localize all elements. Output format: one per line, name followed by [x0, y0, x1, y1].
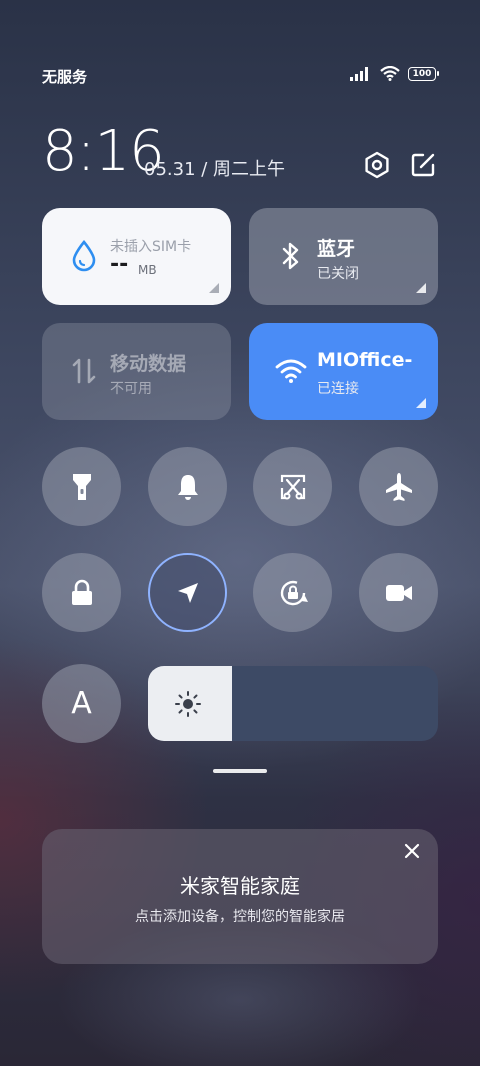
bluetooth-status: 已关闭 [317, 266, 359, 282]
bluetooth-icon [273, 238, 309, 274]
sun-icon [175, 691, 201, 717]
video-camera-icon [385, 584, 412, 601]
scissors-screenshot-icon [280, 474, 305, 499]
expand-corner-icon [416, 398, 426, 408]
flashlight-toggle[interactable] [42, 447, 121, 526]
expand-corner-icon [209, 283, 219, 293]
mobile-data-tile[interactable]: 移动数据 不可用 [42, 323, 231, 420]
wifi-icon [380, 66, 400, 81]
screen-record-toggle[interactable] [359, 553, 438, 632]
carrier-status: 无服务 [42, 68, 88, 86]
bluetooth-title: 蓝牙 [317, 238, 356, 260]
data-usage-unit: MB [138, 263, 157, 277]
battery-level: 100 [412, 68, 432, 79]
bluetooth-tile[interactable]: 蓝牙 已关闭 [249, 208, 438, 305]
location-arrow-icon [177, 582, 198, 603]
location-toggle[interactable] [148, 553, 227, 632]
water-drop-icon [66, 238, 102, 274]
mi-home-title: 米家智能家庭 [180, 874, 300, 898]
settings-icon[interactable] [362, 150, 392, 180]
lock-toggle[interactable] [42, 553, 121, 632]
battery-icon: 100 [408, 66, 439, 81]
data-usage-value: -- [110, 252, 129, 277]
data-usage-tile[interactable]: 未插入SIM卡 -- MB [42, 208, 231, 305]
data-arrows-icon [66, 353, 102, 389]
wifi-status: 已连接 [317, 381, 359, 397]
close-icon[interactable] [402, 841, 422, 861]
rotation-lock-icon [280, 580, 308, 605]
signal-icon [350, 66, 368, 81]
font-size-label: A [71, 686, 92, 721]
edit-icon[interactable] [408, 150, 438, 180]
lock-icon [71, 579, 92, 605]
mi-home-subtitle: 点击添加设备，控制您的智能家居 [135, 909, 345, 925]
screenshot-toggle[interactable] [253, 447, 332, 526]
airplane-icon [385, 472, 412, 501]
rotation-lock-toggle[interactable] [253, 553, 332, 632]
font-size-button[interactable]: A [42, 664, 121, 743]
brightness-slider[interactable] [148, 666, 438, 741]
drawer-handle[interactable] [213, 769, 267, 773]
date: 05.31 / 周二上午 [144, 159, 286, 180]
mi-home-card[interactable]: 米家智能家庭 点击添加设备，控制您的智能家居 [42, 829, 438, 964]
mobile-data-status: 不可用 [110, 381, 152, 397]
wifi-tile[interactable]: MIOffice- 已连接 [249, 323, 438, 420]
wifi-ssid: MIOffice- [317, 349, 413, 371]
status-icons: 100 [350, 66, 439, 81]
expand-corner-icon [416, 283, 426, 293]
airplane-toggle[interactable] [359, 447, 438, 526]
mobile-data-title: 移动数据 [110, 353, 187, 375]
ring-toggle[interactable] [148, 447, 227, 526]
flashlight-icon [72, 473, 91, 500]
wifi-icon [273, 353, 309, 389]
bell-icon [177, 474, 198, 500]
